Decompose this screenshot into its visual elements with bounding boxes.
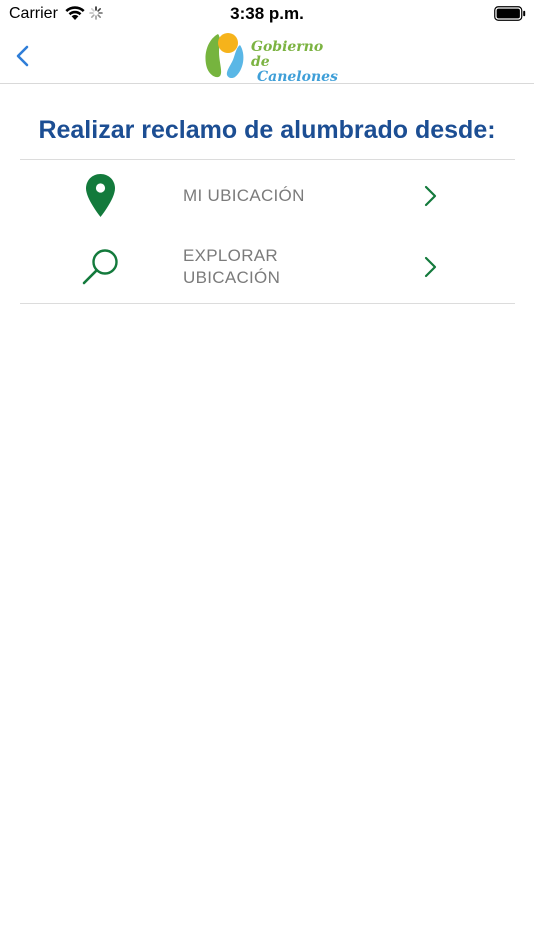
- logo-mark-icon: [205, 33, 244, 79]
- battery-icon: [494, 6, 526, 21]
- screen: Carrier 3:38 p.m. Gobierno de Canelones …: [0, 0, 534, 950]
- search-icon: [82, 249, 118, 285]
- option-label-line-1: EXPLORAR: [183, 246, 278, 265]
- option-label-line-1: MI UBICACIÓN: [183, 186, 305, 205]
- status-time: 3:38 p.m.: [230, 4, 304, 23]
- logo-line-1: Gobierno de: [251, 39, 324, 70]
- option-my-location[interactable]: MI UBICACIÓN: [20, 160, 515, 232]
- page-title: Realizar reclamo de alumbrado desde:: [38, 116, 496, 144]
- option-label-line-2: UBICACIÓN: [183, 268, 281, 287]
- chevron-right-icon: [424, 185, 437, 207]
- option-label: EXPLORAR UBICACIÓN: [183, 245, 280, 289]
- location-pin-icon: [86, 174, 115, 217]
- chevron-right-icon: [424, 256, 437, 278]
- back-button[interactable]: [8, 38, 42, 74]
- status-bar: Carrier 3:38 p.m.: [0, 0, 534, 28]
- option-explore-location[interactable]: EXPLORAR UBICACIÓN: [20, 232, 515, 303]
- logo-line-2: Canelones: [257, 69, 338, 85]
- nav-bar: Gobierno de Canelones: [0, 28, 534, 85]
- logo-text: Gobierno de Canelones: [251, 40, 338, 85]
- chevron-left-icon: [16, 45, 29, 67]
- option-label: MI UBICACIÓN: [183, 185, 305, 207]
- divider-bottom: [20, 303, 515, 304]
- gobierno-canelones-logo: Gobierno de Canelones: [204, 30, 338, 85]
